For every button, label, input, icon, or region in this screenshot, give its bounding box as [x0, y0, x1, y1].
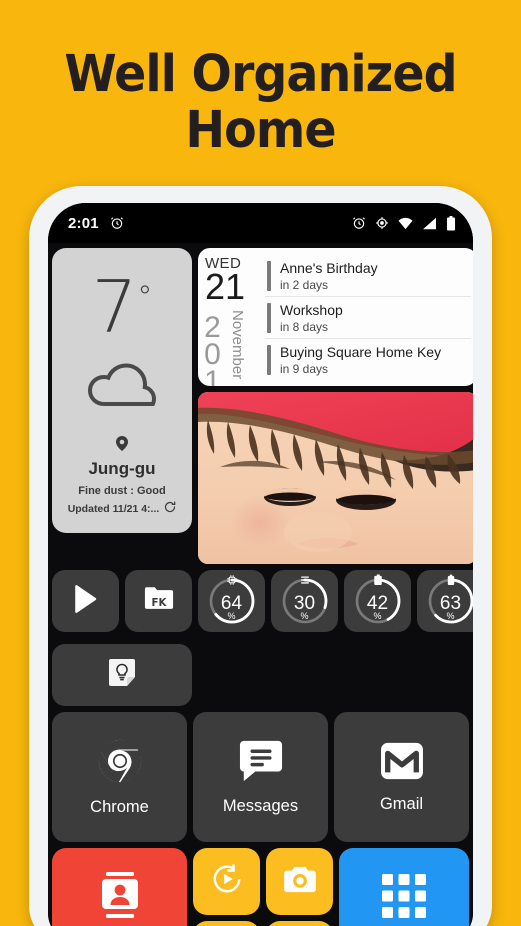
monitor-storage[interactable]: 42 % — [344, 570, 411, 632]
status-right-icons — [352, 215, 456, 231]
shortcut-play-store[interactable] — [52, 570, 119, 632]
alarm-icon — [110, 216, 124, 230]
app-tile-gmail[interactable]: Gmail — [334, 712, 469, 842]
monitor-cpu[interactable]: 64 % — [198, 570, 265, 632]
status-time: 2:01 — [68, 214, 99, 232]
app-label: Messages — [222, 796, 299, 815]
app-tile-messages[interactable]: Messages — [193, 712, 328, 842]
gmail-icon — [379, 741, 425, 786]
monitor-ram[interactable]: 30 % — [271, 570, 338, 632]
weather-temperature: 7° — [92, 260, 153, 345]
dock-navigation[interactable] — [193, 921, 261, 926]
child-with-red-cap-photo — [198, 392, 473, 564]
svg-text:FK: FK — [151, 597, 167, 609]
event-when: in 8 days — [280, 319, 329, 334]
event-when: in 9 days — [280, 361, 329, 376]
dock-calculator[interactable]: x — [266, 921, 334, 926]
location-pin-icon — [116, 436, 128, 456]
grid-apps-icon — [380, 872, 428, 925]
monitors-column: 64 % 30 % 42 % 63 % — [198, 570, 473, 706]
left-column: 7° Jung-gu Fine dust: Good Updated 11/2… — [52, 248, 192, 564]
monitor-value: 42 — [366, 592, 389, 614]
calendar-events: Anne's Birthday in 2 days Workshop in 8 … — [265, 255, 471, 380]
dock-app-drawer[interactable] — [339, 848, 469, 926]
monitor-value: 30 — [293, 592, 316, 614]
widget-row-top: 7° Jung-gu Fine dust: Good Updated 11/2… — [52, 248, 473, 564]
calendar-widget[interactable]: WED 21 2018 November Anne's Birthday in … — [198, 248, 473, 386]
event-when: in 2 days — [280, 277, 329, 292]
calendar-date-block: WED 21 2018 November — [198, 255, 265, 386]
shortcuts-column: FK — [52, 570, 192, 706]
weather-updated: Updated 11/21 4:... — [68, 501, 177, 516]
alarm-icon — [352, 216, 366, 230]
right-column: WED 21 2018 November Anne's Birthday in … — [198, 248, 473, 564]
folder-fk-icon: FK — [144, 585, 174, 617]
dock-video-player[interactable] — [193, 848, 261, 915]
temperature-value: 7 — [91, 265, 138, 349]
messages-icon — [238, 739, 284, 788]
degree-symbol: ° — [137, 280, 153, 315]
list-item[interactable]: Buying Square Home Key in 9 days — [265, 338, 471, 380]
app-label: Gmail — [379, 794, 424, 813]
app-tile-chrome[interactable]: Chrome — [52, 712, 187, 842]
signal-icon — [422, 217, 437, 230]
event-text: Anne's Birthday in 2 days — [280, 260, 378, 292]
monitor-battery[interactable]: 63 % — [417, 570, 473, 632]
calendar-year: 2018 — [198, 311, 229, 386]
status-bar: 2:01 — [48, 203, 473, 243]
monitor-unit: % — [373, 611, 382, 621]
shortcut-google-keep[interactable] — [52, 644, 192, 706]
event-title: Anne's Birthday — [280, 259, 378, 276]
play-store-icon — [73, 584, 99, 618]
event-color-bar — [267, 302, 271, 333]
fine-dust-status: Fine dust : Good — [78, 485, 166, 497]
camera-icon — [283, 865, 317, 898]
calendar-day: 21 — [205, 266, 246, 307]
app-label: Chrome — [90, 797, 149, 816]
dock-camera[interactable] — [266, 848, 334, 915]
dock-middle-right-column: x — [266, 848, 334, 926]
monitor-value: 64 — [220, 592, 243, 614]
play-circle-icon — [211, 863, 243, 900]
dock-row: x — [52, 848, 469, 926]
weather-location: Jung-gu — [88, 459, 156, 478]
calendar-month: November — [229, 310, 246, 380]
updated-text: Updated 11/21 4:... — [67, 502, 160, 515]
cloud-icon — [85, 361, 159, 412]
system-monitor-row: 64 % 30 % 42 % 63 % — [198, 570, 473, 632]
shortcut-pair: FK — [52, 570, 192, 632]
monitor-value: 63 — [439, 592, 462, 614]
monitor-unit: % — [300, 611, 309, 621]
shortcut-fk-file-explorer[interactable]: FK — [125, 570, 192, 632]
battery-icon — [446, 215, 456, 231]
chrome-icon — [97, 738, 143, 789]
contacts-card-icon — [98, 870, 142, 926]
event-text: Buying Square Home Key in 9 days — [280, 344, 441, 376]
refresh-icon[interactable] — [164, 501, 176, 516]
monitor-unit: % — [446, 611, 455, 621]
event-color-bar — [267, 344, 271, 375]
event-title: Workshop — [280, 301, 343, 318]
page-title: Well Organized Home — [64, 45, 457, 160]
dock-contacts[interactable] — [52, 848, 188, 926]
phone-screen: 2:01 7° Jung-gu Fine dust: Good Updated… — [48, 203, 473, 926]
event-color-bar — [267, 260, 271, 291]
event-title: Buying Square Home Key — [280, 343, 442, 360]
phone-mockup: 2:01 7° Jung-gu Fine dust: Good Updated… — [29, 186, 492, 926]
monitor-unit: % — [227, 611, 236, 621]
lightbulb-note-icon — [107, 658, 137, 693]
app-row: Chrome Messages Gmail — [52, 712, 469, 842]
home-screen: 7° Jung-gu Fine dust: Good Updated 11/2… — [48, 243, 473, 926]
weather-widget[interactable]: 7° Jung-gu Fine dust: Good Updated 11/2… — [52, 248, 192, 533]
location-icon — [375, 216, 389, 230]
list-item[interactable]: Anne's Birthday in 2 days — [265, 255, 471, 296]
wifi-icon — [398, 217, 413, 230]
dock-middle-left-column — [193, 848, 261, 926]
widget-row-shortcuts: FK 64 % 30 % 42 % 63 % — [52, 570, 473, 706]
list-item[interactable]: Workshop in 8 days — [265, 296, 471, 338]
photo-widget[interactable] — [198, 392, 473, 564]
event-text: Workshop in 8 days — [280, 302, 343, 334]
